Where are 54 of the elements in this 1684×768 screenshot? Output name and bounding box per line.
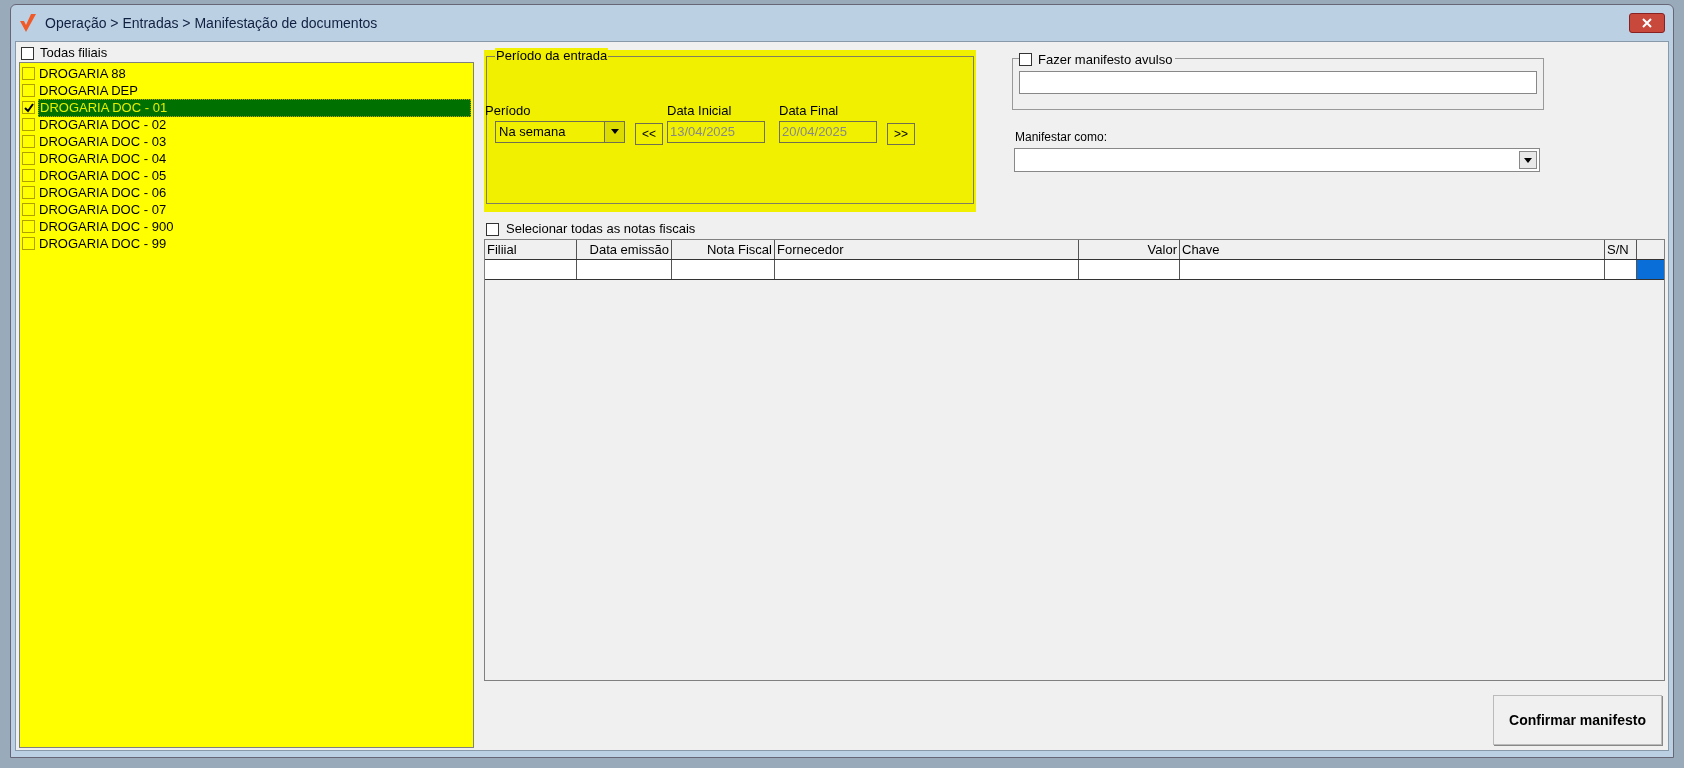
column-header[interactable]: Valor — [1079, 240, 1180, 259]
checkbox[interactable] — [21, 46, 34, 60]
branch-item[interactable]: DROGARIA DOC - 900 — [38, 218, 471, 235]
checkbox[interactable] — [22, 84, 35, 97]
text-field[interactable] — [1019, 71, 1537, 94]
checkbox[interactable] — [22, 152, 35, 165]
period-dropdown[interactable]: Na semana — [495, 120, 625, 143]
checkbox[interactable] — [22, 118, 35, 131]
check-icon — [23, 102, 34, 113]
next-button[interactable]: >> — [887, 122, 915, 145]
checkbox[interactable] — [22, 220, 35, 233]
close-button[interactable] — [1629, 13, 1665, 33]
window-title: Operação > Entradas > Manifestação de documentos — [45, 13, 378, 33]
checkbox-label: Todas filiais — [40, 44, 108, 63]
branch-item[interactable]: DROGARIA DOC - 07 — [38, 201, 471, 218]
column-header[interactable]: Nota Fiscal — [672, 240, 775, 259]
close-icon — [1642, 18, 1652, 28]
branch-item[interactable]: DROGARIA DOC - 04 — [38, 150, 471, 167]
checkbox[interactable] — [1019, 53, 1032, 67]
checkbox[interactable] — [22, 135, 35, 148]
manifest-dropdown[interactable] — [1014, 148, 1540, 172]
column-header[interactable]: S/N — [1605, 240, 1637, 259]
branch-item[interactable]: DROGARIA DOC - 02 — [38, 116, 471, 133]
row-indicator — [1637, 260, 1664, 279]
app-logo-icon — [19, 13, 37, 33]
table-cell — [1605, 260, 1637, 279]
field-label: Manifestar como: — [1015, 129, 1109, 146]
previous-button[interactable]: << — [635, 122, 663, 145]
checkbox[interactable] — [22, 203, 35, 216]
column-header[interactable]: Data emissão — [577, 240, 672, 259]
column-header[interactable]: Filiial — [485, 240, 577, 259]
field-label: Data Final — [779, 102, 840, 120]
dropdown-arrow-icon — [610, 129, 619, 134]
field-label: Data Inicial — [667, 102, 733, 120]
branch-item[interactable]: DROGARIA DOC - 01 — [38, 98, 471, 117]
branch-item[interactable]: DROGARIA DOC - 03 — [38, 133, 471, 150]
branch-item[interactable]: DROGARIA DOC - 06 — [38, 184, 471, 201]
checkbox-label: Fazer manifesto avulso — [1038, 51, 1173, 69]
column-header[interactable]: Chave — [1180, 240, 1605, 259]
checkbox[interactable] — [22, 186, 35, 199]
branch-item[interactable]: DROGARIA DOC - 05 — [38, 167, 471, 184]
checkbox[interactable] — [486, 222, 499, 236]
checkbox[interactable] — [22, 67, 35, 80]
field-label: Período — [485, 102, 532, 120]
branch-item[interactable]: DROGARIA DOC - 99 — [38, 235, 471, 252]
checkbox-label: Selecionar todas as notas fiscais — [506, 220, 696, 239]
checkbox[interactable] — [22, 169, 35, 182]
dropdown-arrow-icon — [1524, 157, 1532, 163]
confirm-button[interactable]: Confirmar manifesto — [1493, 695, 1662, 745]
branch-item[interactable]: DROGARIA DEP — [38, 82, 471, 99]
checkbox[interactable] — [22, 101, 35, 114]
column-header[interactable]: Fornecedor — [775, 240, 1079, 259]
branch-item[interactable]: DROGARIA 88 — [38, 65, 471, 82]
checkbox[interactable] — [22, 237, 35, 250]
